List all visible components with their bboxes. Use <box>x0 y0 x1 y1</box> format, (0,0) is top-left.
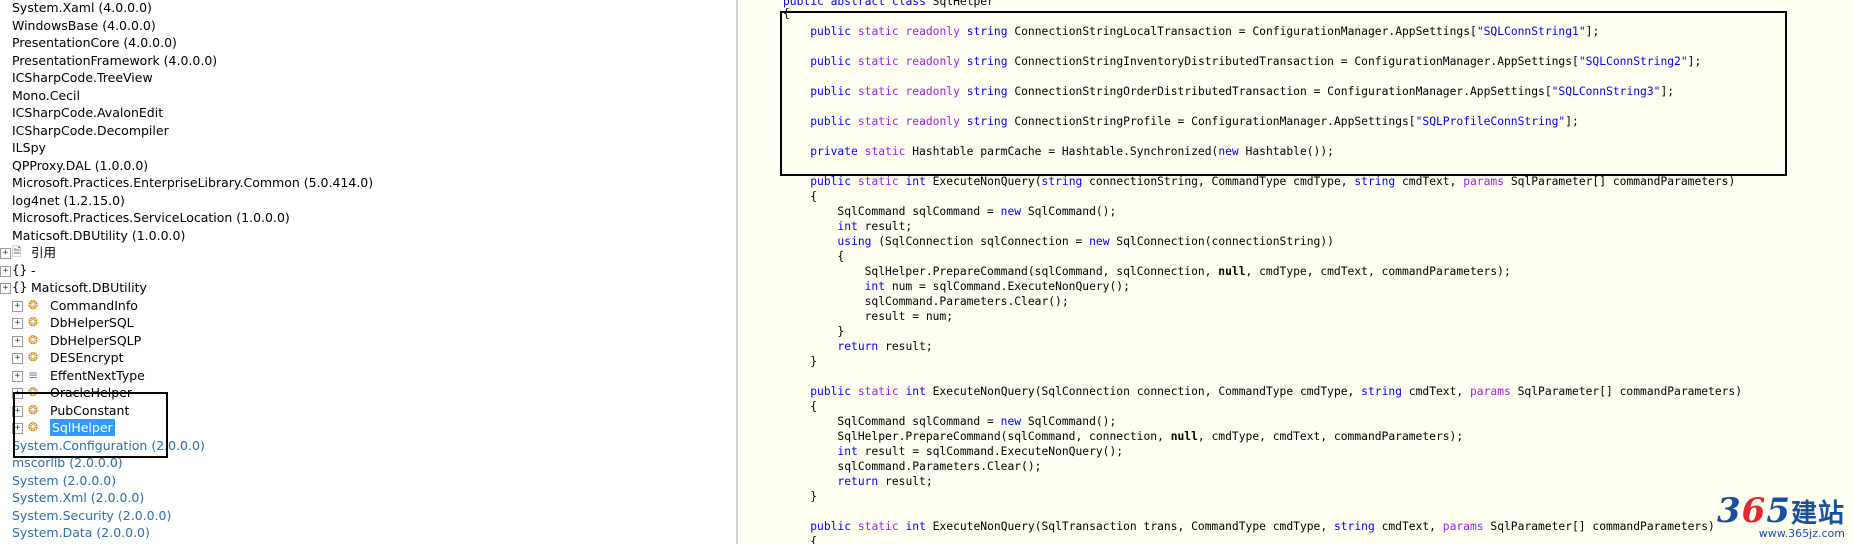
expand-icon[interactable]: + <box>12 318 23 329</box>
tree-node-label: ICSharpCode.TreeView <box>12 70 153 85</box>
code-line: public static int ExecuteNonQuery(SqlTra… <box>810 520 1715 533</box>
tree-node-label: ICSharpCode.Decompiler <box>12 122 169 138</box>
code-line: int result = sqlCommand.ExecuteNonQuery(… <box>837 445 1124 458</box>
code-line: } <box>783 355 818 368</box>
expand-icon[interactable]: + <box>12 300 23 312</box>
tree-node-label: ILSpy <box>12 140 46 155</box>
expand-icon[interactable]: + <box>12 370 23 382</box>
tree-node-label: ICSharpCode.AvalonEdit <box>12 105 164 120</box>
expand-icon[interactable]: + <box>0 265 11 277</box>
tree-node-label: DbHelperSQL <box>50 315 134 330</box>
expand-icon[interactable]: + <box>12 353 23 364</box>
code-line: SqlCommand sqlCommand = new SqlCommand()… <box>783 205 1117 218</box>
tree-node-label: DbHelperSQLP <box>50 332 142 348</box>
code-line: } <box>783 490 818 503</box>
watermark-digit-3: 3 <box>1716 491 1742 531</box>
tree-node-label: 引用 <box>31 245 57 260</box>
code-line: public static int ExecuteNonQuery(SqlCon… <box>810 385 1743 398</box>
code-line: { <box>783 400 818 413</box>
code-line: SqlCommand sqlCommand = new SqlCommand()… <box>783 415 1117 428</box>
tree-node-label: Mono.Cecil <box>12 87 80 103</box>
code-line: int num = sqlCommand.ExecuteNonQuery(); <box>864 280 1130 293</box>
watermark-digit-5: 5 <box>1766 491 1791 531</box>
code-line: return result; <box>837 475 933 488</box>
expand-icon[interactable]: + <box>0 283 11 294</box>
tree-node-label: Maticsoft.DBUtility (1.0.0.0) <box>12 227 186 243</box>
code-line: { <box>783 535 818 544</box>
tree-node-label: PresentationFramework (4.0.0.0) <box>12 52 218 68</box>
tree-node-label: WindowsBase (4.0.0.0) <box>12 17 156 33</box>
tree-node-label: System (2.0.0.0) <box>12 472 117 488</box>
highlight-box-tree <box>13 392 168 458</box>
code-line: sqlCommand.Parameters.Clear(); <box>783 295 1069 308</box>
tree-node-label: System.Xml (2.0.0.0) <box>12 490 145 505</box>
expand-icon[interactable]: + <box>12 335 23 347</box>
tree-node-label: EffentNextType <box>50 367 145 383</box>
tree-node-label: CommandInfo <box>50 297 138 313</box>
tree-node-label: DESEncrypt <box>50 350 124 365</box>
class-icon: ❂ <box>28 297 39 312</box>
code-line: sqlCommand.Parameters.Clear(); <box>783 460 1042 473</box>
class-icon: ❂ <box>28 350 39 364</box>
watermark-logo: 365建站 www.365jz.com <box>1717 491 1845 540</box>
tree-node-label: Microsoft.Practices.ServiceLocation (1.0… <box>12 210 290 225</box>
code-header: public abstract class SqlHelper <box>783 0 994 8</box>
code-line: SqlHelper.PrepareCommand(sqlCommand, con… <box>783 430 1464 443</box>
tree-node-label: System.Data (2.0.0.0) <box>12 525 150 540</box>
assembly-tree: System.Xaml (4.0.0.0) WindowsBase (4.0.0.… <box>0 0 736 544</box>
code-line: int result; <box>837 220 913 233</box>
code-line: public static int ExecuteNonQuery(string… <box>810 175 1736 188</box>
tree-node-label: QPProxy.DAL (1.0.0.0) <box>12 157 149 173</box>
class-icon: ❂ <box>28 315 39 329</box>
tree-node-label: Microsoft.Practices.EnterpriseLibrary.Co… <box>12 175 374 190</box>
code-line: } <box>783 325 845 338</box>
tree-node-label: PresentationCore (4.0.0.0) <box>12 35 177 50</box>
code-line: { <box>783 190 818 203</box>
code-line: return result; <box>837 340 933 353</box>
code-line: using (SqlConnection sqlConnection = new… <box>837 235 1334 248</box>
code-line: result = num; <box>783 310 954 323</box>
enum-icon: ≡ <box>28 367 39 382</box>
code-line: { <box>783 250 845 263</box>
expand-icon[interactable]: + <box>0 248 11 259</box>
highlight-box-code <box>780 11 1787 176</box>
watermark-digit-6: 6 <box>1741 491 1767 531</box>
namespace-icon: {} <box>12 280 28 294</box>
tree-node-label: - <box>31 262 36 278</box>
code-line: SqlHelper.PrepareCommand(sqlCommand, sql… <box>783 265 1511 278</box>
class-icon: ❂ <box>28 332 39 347</box>
tree-node-label: Maticsoft.DBUtility <box>31 280 147 295</box>
tree-node-label: log4net (1.2.15.0) <box>12 192 125 208</box>
namespace-icon: {} <box>12 262 28 277</box>
references-icon: 🗎 <box>12 245 22 259</box>
tree-node-label: System.Security (2.0.0.0) <box>12 507 172 523</box>
watermark-cn-text: 建站 <box>1790 499 1845 529</box>
tree-node-label: System.Xaml (4.0.0.0) <box>12 0 152 15</box>
